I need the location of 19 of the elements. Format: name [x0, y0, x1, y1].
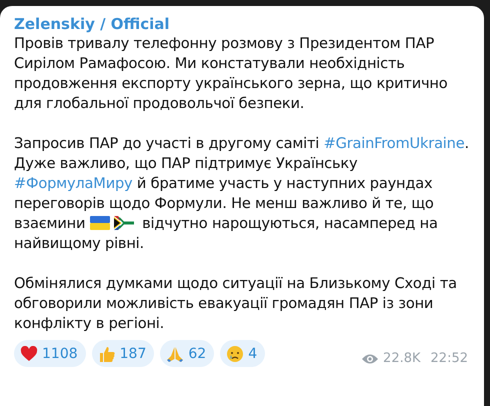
crying-face-icon: [226, 344, 244, 362]
heart-icon: [20, 346, 38, 362]
reaction-button[interactable]: 62: [160, 340, 214, 367]
hashtag-link[interactable]: #GrainFromUkraine: [324, 135, 464, 152]
reaction-button[interactable]: 4: [220, 340, 266, 367]
message-paragraph: Обмінялися думками щодо ситуації на Близькому Сході та обговорили можливість евакуації громадян ПАР із зони конфлікту в регіоні.: [14, 274, 458, 334]
hashtag-link[interactable]: #ФормулаМиру: [14, 175, 132, 192]
message-paragraph: Запросив ПАР до участі в другому саміті #GrainFromUkraine. Дуже важливо, що ПАР підтримує Українську #ФормулаМиру й братиме участь у наступних раундах переговорів щодо Формули. Не менш важливо й те, що взаємини відчутно нарощуються, насамперед на найвищому рівні.: [14, 134, 470, 254]
ukraine-flag-icon: [90, 216, 110, 230]
channel-name[interactable]: Zelenskiy / Official: [14, 14, 170, 34]
message-paragraph: Провів тривалу телефонну розмову з Президентом ПАР Сирілом Рамафосою. Ми констатували необхідність продовження експорту українського зерна, що критично для глобальної продовольчої безпеки.: [14, 34, 448, 114]
view-count: 22.8K: [383, 351, 421, 366]
reaction-button[interactable]: 1108: [14, 340, 86, 367]
eye-icon: [361, 352, 380, 364]
praying-hands-icon: [166, 344, 184, 362]
thumbs-up-icon: [98, 344, 116, 362]
message-time: 22:52: [430, 351, 468, 366]
south-africa-flag-icon: [114, 216, 134, 230]
reaction-button[interactable]: 187: [92, 340, 154, 367]
